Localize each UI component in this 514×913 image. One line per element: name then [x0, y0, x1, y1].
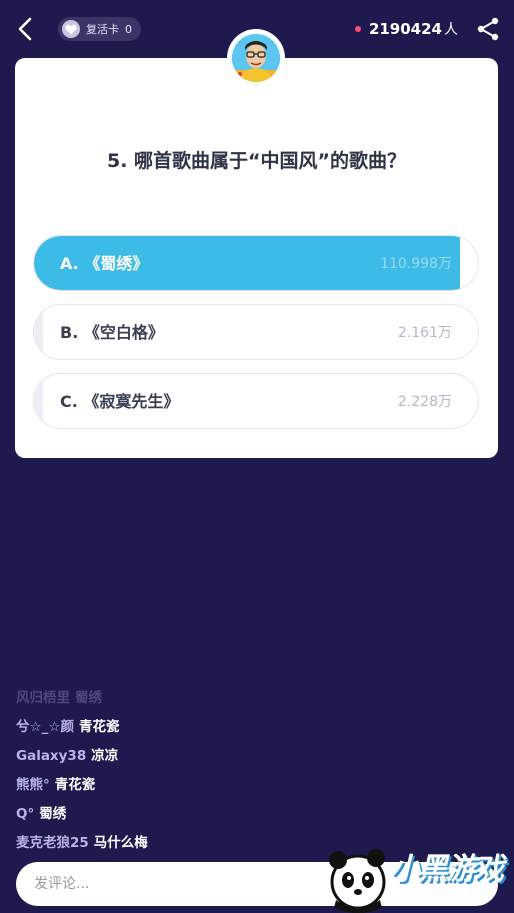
comment-message: 青花瓷	[54, 777, 96, 793]
comment-user: 兮☆_☆颜	[16, 719, 74, 735]
question-text: 5. 哪首歌曲属于“中国风”的歌曲？	[106, 150, 407, 172]
comment-message: 凉凉	[91, 748, 119, 764]
option-b-vote-bar	[34, 305, 43, 359]
share-button[interactable]	[476, 16, 500, 42]
option-c-votes: 2.228万	[397, 394, 452, 410]
option-b[interactable]: B. 《空白格》 2.161万	[33, 304, 479, 360]
watermark-logo: 小黑游戏 www.xiaohei.com	[322, 842, 514, 913]
comment-list: 风归梧里 蜀绣 兮☆_☆颜 青花瓷 Galaxy38 凉凉 熊熊° 青花瓷 Q° 蜀绣 麦…	[16, 684, 436, 858]
back-button[interactable]	[12, 14, 40, 44]
back-arrow-icon	[18, 17, 32, 41]
watermark-url: www.xiaohei.com	[398, 892, 486, 903]
comment-item: 熊熊° 青花瓷	[16, 771, 436, 800]
host-avatar-image	[232, 34, 280, 82]
question-card: 5. 哪首歌曲属于“中国风”的歌曲？ A. 《蜀绣》 110.998万 B. 《…	[15, 58, 498, 458]
heart-icon	[62, 20, 80, 38]
comment-user: Q°	[16, 806, 35, 822]
panda-logo-icon	[329, 849, 386, 913]
comment-message: 蜀绣	[75, 690, 102, 706]
option-b-votes: 2.161万	[397, 325, 452, 341]
comment-user: Galaxy38	[16, 748, 87, 764]
viewer-count-unit: 人	[444, 22, 458, 38]
comment-user: 麦克老狼25	[16, 835, 89, 851]
comment-message: 马什么梅	[93, 835, 148, 851]
comment-item: 兮☆_☆颜 青花瓷	[16, 713, 436, 742]
live-dot-icon	[354, 26, 361, 32]
share-icon	[477, 17, 499, 41]
comment-item: 风归梧里 蜀绣	[16, 684, 436, 713]
viewer-count-number: 2190424	[368, 20, 442, 38]
option-c[interactable]: C. 《寂寞先生》 2.228万	[33, 373, 479, 429]
option-c-label: C. 《寂寞先生》	[60, 392, 180, 411]
comment-user: 熊熊°	[16, 777, 50, 793]
comment-message: 蜀绣	[39, 806, 67, 822]
option-a-label: A. 《蜀绣》	[60, 254, 149, 273]
revive-card-badge[interactable]: 复活卡 0	[58, 17, 141, 41]
watermark-text: 小黑游戏	[390, 852, 504, 887]
revive-card-count: 0	[125, 22, 132, 36]
comment-item: Galaxy38 凉凉	[16, 742, 436, 771]
viewer-count: 2190424 人	[354, 19, 458, 39]
comment-user: 风归梧里	[16, 690, 70, 706]
option-b-label: B. 《空白格》	[60, 323, 164, 342]
revive-card-label: 复活卡	[86, 23, 119, 36]
host-avatar	[227, 29, 285, 87]
comment-message: 青花瓷	[78, 719, 120, 735]
option-c-vote-bar	[34, 374, 43, 428]
option-a-votes: 110.998万	[380, 256, 452, 272]
option-a[interactable]: A. 《蜀绣》 110.998万	[33, 235, 479, 291]
comment-item: Q° 蜀绣	[16, 800, 436, 829]
